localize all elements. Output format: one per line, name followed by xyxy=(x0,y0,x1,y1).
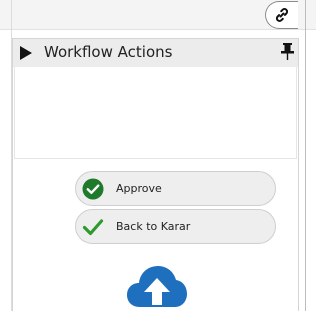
back-to-karar-button[interactable]: Back to Karar xyxy=(75,209,276,244)
panel-title: Workflow Actions xyxy=(44,43,173,61)
link-button[interactable] xyxy=(265,1,298,29)
panel-body xyxy=(14,67,297,159)
pin-icon[interactable] xyxy=(281,43,294,60)
workflow-actions-panel: Workflow Actions Approve Back to Karar xyxy=(12,38,299,311)
workflow-pane: Workflow Actions Approve Back to Karar xyxy=(0,0,316,311)
cloud-upload-icon[interactable] xyxy=(126,261,188,311)
check-circle-icon xyxy=(82,178,104,200)
panel-content-area xyxy=(14,67,297,159)
panel-header[interactable]: Workflow Actions xyxy=(13,38,298,67)
checkmark-icon xyxy=(82,219,104,236)
approve-label: Approve xyxy=(116,182,162,195)
link-icon xyxy=(275,8,289,22)
triangle-right-icon[interactable] xyxy=(19,45,33,61)
back-to-karar-label: Back to Karar xyxy=(116,220,191,233)
right-divider xyxy=(305,0,306,311)
approve-button[interactable]: Approve xyxy=(75,171,276,206)
